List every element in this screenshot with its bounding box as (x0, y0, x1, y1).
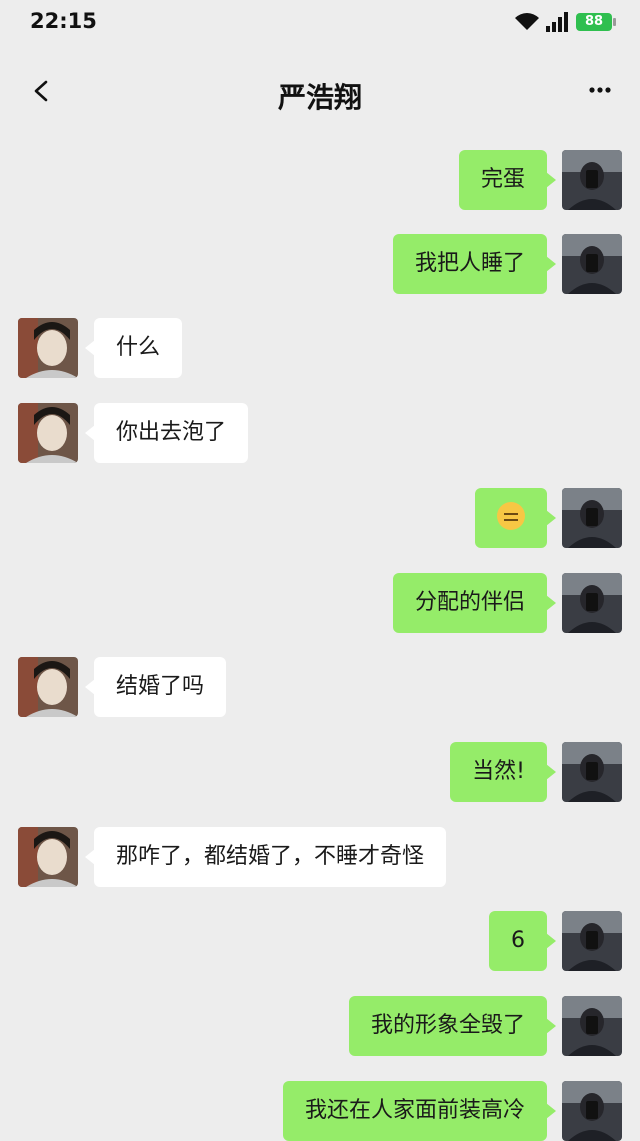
chat-header: 严浩翔 (0, 56, 640, 126)
wifi-icon (515, 13, 539, 30)
chat-title: 严浩翔 (277, 81, 362, 114)
expressionless-face-emoji-icon (497, 502, 525, 530)
my-avatar[interactable] (562, 234, 622, 294)
message-row: 当然! (0, 742, 640, 802)
message-bubble[interactable]: 什么 (84, 318, 183, 378)
contact-avatar[interactable] (18, 403, 78, 463)
message-bubble[interactable]: 分配的伴侣 (392, 573, 557, 633)
my-avatar[interactable] (562, 911, 622, 971)
message-row: 我把人睡了 (0, 234, 640, 294)
battery-indicator: 88 (576, 13, 616, 31)
message-bubble[interactable]: 你出去泡了 (84, 403, 249, 463)
contact-avatar[interactable] (18, 827, 78, 887)
message-bubble[interactable]: 6 (489, 911, 556, 971)
my-avatar[interactable] (562, 742, 622, 802)
my-avatar[interactable] (562, 996, 622, 1056)
more-options-icon[interactable] (588, 86, 612, 94)
my-avatar[interactable] (562, 488, 622, 548)
message-row: 那咋了，都结婚了，不睡才奇怪 (0, 827, 640, 887)
message-row: 分配的伴侣 (0, 573, 640, 633)
status-bar: 22:15 88 (0, 0, 640, 48)
message-row: 什么 (0, 318, 640, 378)
message-row: 你出去泡了 (0, 403, 640, 463)
my-avatar[interactable] (562, 150, 622, 210)
message-row (0, 488, 640, 548)
message-row: 我的形象全毁了 (0, 996, 640, 1056)
status-time: 22:15 (30, 9, 97, 33)
message-bubble[interactable]: 我的形象全毁了 (348, 996, 557, 1056)
contact-avatar[interactable] (18, 318, 78, 378)
message-row: 我还在人家面前装高冷 (0, 1081, 640, 1141)
my-avatar[interactable] (562, 573, 622, 633)
message-row: 完蛋 (0, 150, 640, 210)
contact-avatar[interactable] (18, 657, 78, 717)
message-row: 结婚了吗 (0, 657, 640, 717)
message-row: 6 (0, 911, 640, 971)
message-bubble[interactable]: 结婚了吗 (84, 657, 227, 717)
message-bubble[interactable]: 完蛋 (458, 150, 557, 210)
message-bubble[interactable] (475, 488, 556, 548)
signal-icon (546, 12, 568, 32)
message-bubble[interactable]: 当然! (450, 742, 556, 802)
message-bubble[interactable]: 那咋了，都结婚了，不睡才奇怪 (84, 827, 447, 887)
my-avatar[interactable] (562, 1081, 622, 1141)
message-bubble[interactable]: 我还在人家面前装高冷 (282, 1081, 557, 1141)
status-icons: 88 (514, 12, 616, 32)
message-bubble[interactable]: 我把人睡了 (392, 234, 557, 294)
